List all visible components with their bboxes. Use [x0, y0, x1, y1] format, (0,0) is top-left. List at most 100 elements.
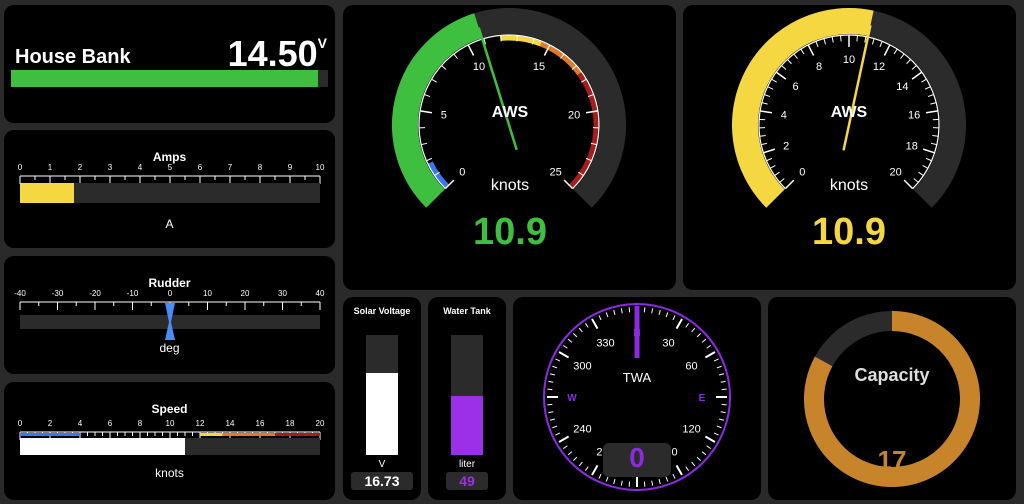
twa-minor-tick: [620, 308, 623, 314]
twa-minor-tick: [605, 312, 609, 318]
twa-major-tick: [591, 464, 599, 476]
aws-1-label: AWS: [491, 104, 529, 121]
tick-label: -30: [52, 289, 64, 298]
tick-label: 2: [78, 163, 83, 172]
twa-panel: 3303030060240120210150NWE TWA 0: [513, 297, 761, 500]
twa-tick-label: 300: [573, 361, 591, 373]
gauge-minor-tick: [921, 78, 927, 83]
tick-label: 7: [228, 163, 233, 172]
twa-tick-label: 60: [685, 361, 697, 373]
gauge-minor-tick: [453, 53, 458, 59]
twa-minor-tick: [651, 308, 654, 314]
speed-fill: [20, 438, 185, 455]
twa-minor-tick: [549, 373, 556, 376]
twa-minor-tick: [613, 478, 616, 485]
twa-minor-tick: [713, 432, 719, 436]
twa-minor-tick: [718, 373, 725, 376]
tick-label: 0: [18, 419, 23, 428]
gauge-minor-tick: [431, 78, 437, 83]
tick-label: 0: [18, 163, 23, 172]
gauge-major-tick: [775, 71, 787, 80]
tick-label: 10: [203, 289, 212, 298]
tick-label: 6: [108, 419, 113, 428]
rudder-panel: Rudder -40 -30 -20 -10 0 10 20 30 40 deg: [4, 256, 335, 374]
rudder-bar: -40 -30 -20 -10 0 10 20 30 40: [14, 289, 325, 340]
twa-minor-tick: [685, 466, 690, 472]
water-value: 49: [446, 472, 488, 490]
twa-minor-tick: [691, 327, 696, 333]
gauge-tick-label: 6: [793, 81, 799, 93]
gauge-tick-label: 8: [816, 61, 822, 73]
twa-minor-tick: [573, 333, 578, 338]
twa-minor-tick: [691, 461, 696, 467]
aws-2-label: AWS: [830, 104, 868, 121]
twa-minor-tick: [718, 418, 725, 421]
twa-major-tick: [675, 318, 683, 330]
gauge-minor-tick: [900, 53, 905, 59]
tick-label: 1: [48, 163, 53, 172]
gauge-minor-tick: [918, 171, 924, 177]
twa-minor-tick: [552, 425, 558, 429]
tick-label: 40: [316, 289, 325, 298]
tick-label: 14: [226, 419, 235, 428]
tick-label: 0: [168, 289, 173, 298]
tick-label: 2: [48, 419, 53, 428]
gauge-minor-tick: [424, 94, 431, 98]
twa-minor-tick: [620, 480, 623, 486]
tick-label: 16: [256, 419, 265, 428]
twa-minor-tick: [665, 312, 669, 318]
twa-minor-tick: [658, 309, 661, 316]
gauge-major-tick: [883, 44, 891, 56]
twa-minor-tick: [584, 322, 589, 328]
twa-minor-tick: [696, 333, 701, 338]
solar-unit: V: [378, 459, 386, 470]
tick-label: 12: [196, 419, 205, 428]
tick-label: 6: [198, 163, 203, 172]
gauge-minor-tick: [930, 102, 937, 105]
gauge-tick-label: 15: [533, 61, 545, 73]
gauge-minor-tick: [779, 178, 785, 183]
aws-gauge-1-panel: 0 5 10 15 20 25 AWS knots 10.9: [343, 5, 676, 290]
twa-minor-tick: [720, 380, 726, 383]
gauge-minor-tick: [800, 48, 805, 55]
twa-minor-tick: [562, 344, 568, 349]
gauge-tick-label: 0: [459, 167, 465, 179]
solar-track: [366, 335, 398, 455]
gauge-minor-tick: [856, 35, 858, 42]
gauge-tick-label: 2: [783, 140, 789, 152]
gauge-tick-label: 18: [906, 140, 918, 152]
gauge-minor-tick: [761, 102, 768, 105]
gauge-minor-tick: [925, 157, 932, 162]
twa-cardinal-label: E: [699, 393, 706, 404]
water-tank-panel: Water Tank liter 49: [428, 297, 506, 500]
gauge-minor-tick: [871, 38, 875, 45]
gauge-needle: [477, 27, 518, 151]
house-bank-number: 14.50: [227, 33, 318, 74]
gauge-minor-tick: [927, 94, 934, 98]
house-bank-track: [11, 70, 328, 87]
gauge-minor-tick: [787, 59, 792, 65]
gauge-minor-tick: [922, 165, 929, 169]
capacity-label: Capacity: [854, 365, 930, 385]
water-fill: [451, 396, 483, 455]
gauge-tick-label: 0: [799, 167, 805, 179]
gauge-minor-tick: [766, 157, 773, 162]
twa-minor-tick: [672, 315, 676, 321]
twa-minor-tick: [584, 466, 589, 472]
gauge-minor-tick: [767, 86, 774, 90]
twa-tick-label: 120: [682, 424, 700, 436]
twa-minor-tick: [548, 411, 554, 414]
twa-minor-tick: [701, 451, 707, 456]
gauge-major-tick: [922, 148, 935, 154]
twa-minor-tick: [716, 365, 722, 369]
gauge-minor-tick: [879, 41, 883, 48]
gauge-tick-label: 25: [550, 167, 562, 179]
gauge-minor-tick: [771, 78, 777, 83]
speed-zone-warn: [222, 433, 275, 436]
twa-minor-tick: [713, 358, 719, 362]
twa-minor-tick: [613, 309, 616, 316]
twa-major-tick: [591, 318, 599, 330]
twa-minor-tick: [549, 418, 556, 421]
twa-minor-tick: [578, 461, 583, 467]
rudder-unit: deg: [159, 341, 180, 355]
